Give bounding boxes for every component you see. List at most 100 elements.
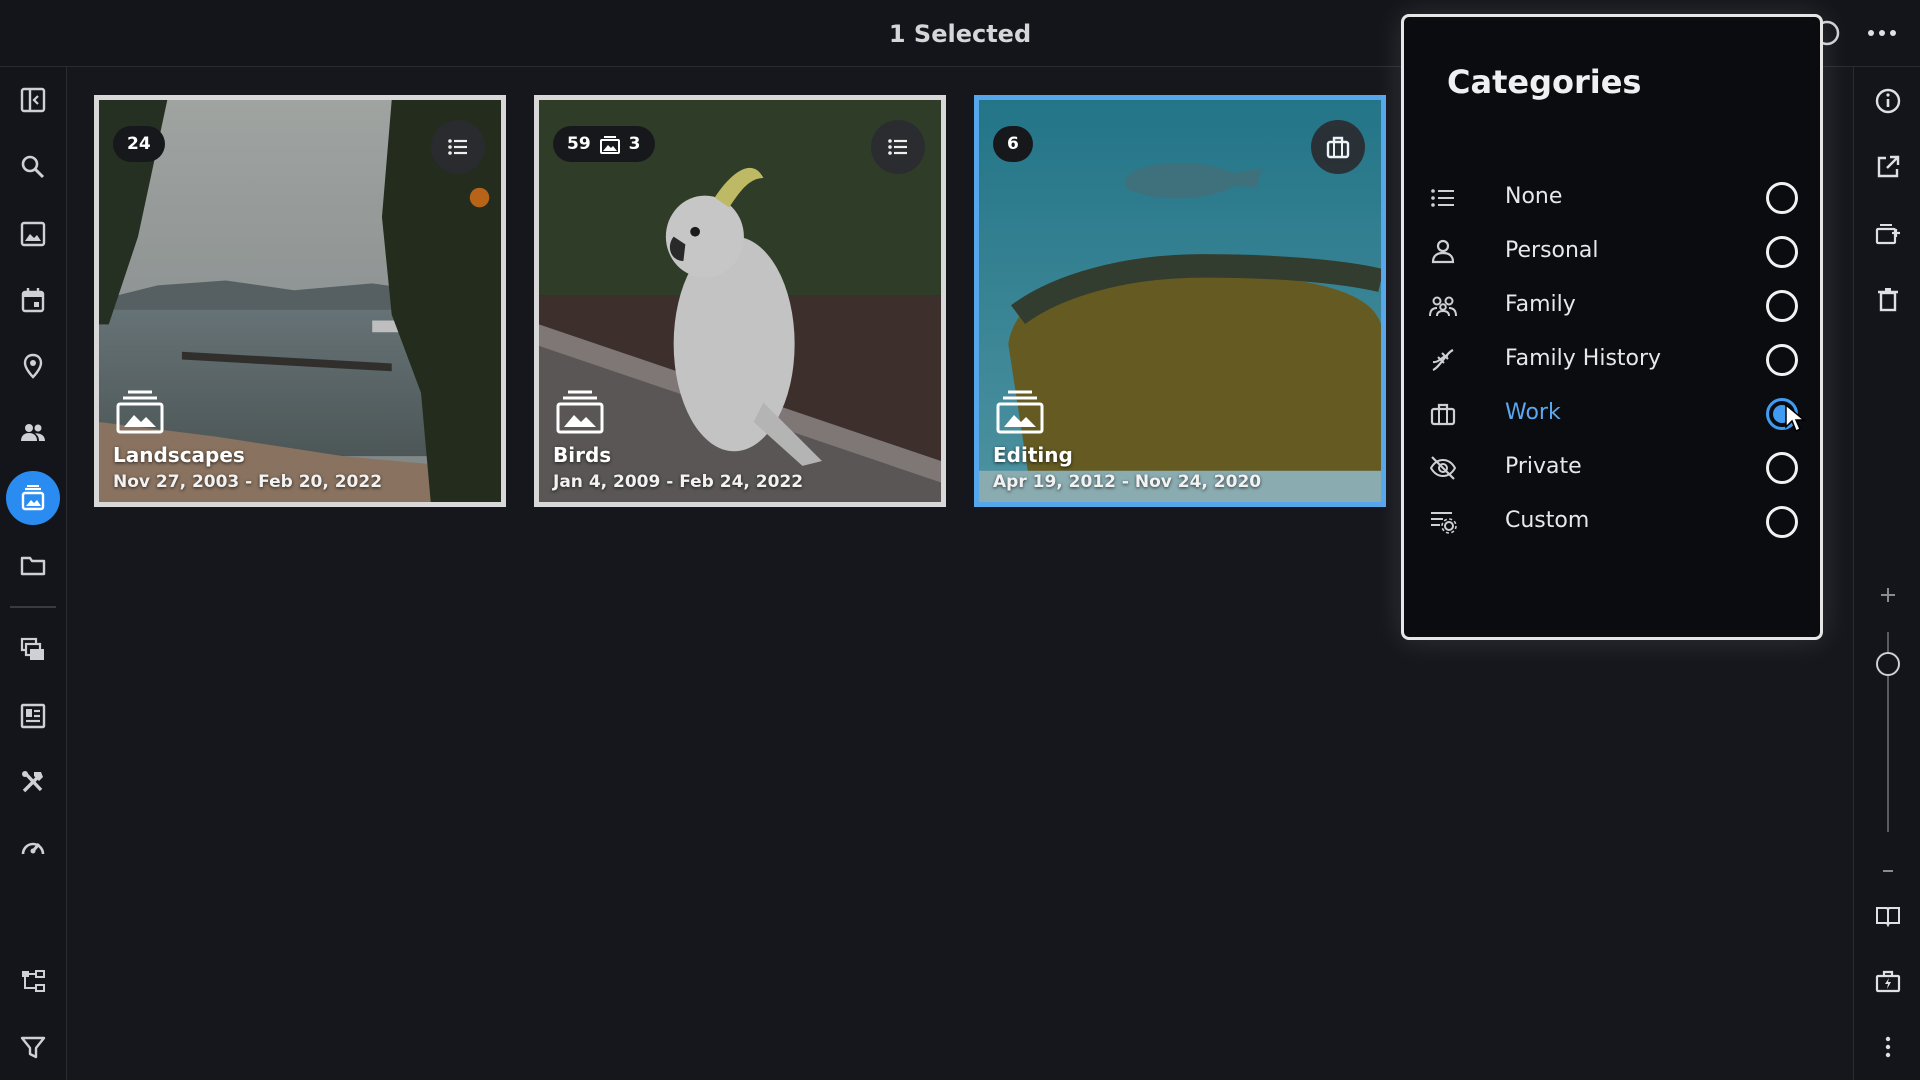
nav-photos[interactable] [6,207,60,261]
info-icon [1875,88,1901,114]
album-name: Editing [993,443,1073,467]
zoom-out-button[interactable] [1868,851,1908,891]
category-radio[interactable] [1766,344,1798,376]
category-radio[interactable] [1766,290,1798,322]
album-dates: Apr 19, 2012 - Nov 24, 2020 [993,472,1262,492]
map-pin-icon [23,353,43,379]
category-button[interactable] [871,120,925,174]
calendar-icon [21,288,45,313]
sub-album-count: 3 [628,134,641,154]
delete-button[interactable] [1868,279,1908,319]
list-icon [888,139,907,155]
category-button[interactable] [431,120,485,174]
minus-icon [1883,870,1893,872]
zoom-in-button[interactable] [1868,575,1908,615]
category-radio[interactable] [1766,452,1798,484]
nav-hierarchy[interactable] [6,954,60,1008]
more-options-button[interactable] [1868,1027,1908,1067]
album-dates: Jan 4, 2009 - Feb 24, 2022 [553,472,804,492]
album-card-birds[interactable]: 59 3 Birds Jan 4, 2009 - Feb 24, 2022 [534,95,946,507]
book-button[interactable] [1868,895,1908,935]
info-button[interactable] [1868,81,1908,121]
album-type-icon [556,390,604,434]
photo-count: 59 [567,134,591,154]
album-add-icon [1875,224,1900,245]
category-option-private[interactable]: Private [1404,441,1820,495]
album-icon [21,485,45,511]
left-navigation [0,67,67,1080]
category-option-family[interactable]: Family [1404,279,1820,333]
zoom-slider-thumb[interactable] [1876,652,1900,676]
category-option-work[interactable]: Work [1404,387,1820,441]
nav-stats[interactable] [6,821,60,875]
category-label: Family [1505,292,1576,317]
list-icon [1431,189,1454,207]
photo-count-badge: 24 [113,126,165,162]
category-button[interactable] [1311,120,1365,174]
category-option-family-history[interactable]: Family History [1404,333,1820,387]
album-dates: Nov 27, 2003 - Feb 20, 2022 [113,472,383,492]
category-option-custom[interactable]: Custom [1404,495,1820,549]
family-icon [1429,296,1457,317]
briefcase-bolt-icon [1875,970,1901,993]
nav-albums[interactable] [6,471,60,525]
nav-divider [10,606,56,608]
add-to-album-button[interactable] [1868,213,1908,253]
person-icon [1431,239,1455,264]
trash-icon [1878,288,1898,312]
dna-icon [1432,348,1454,372]
nav-calendar[interactable] [6,273,60,327]
album-name: Birds [553,443,612,467]
nav-tools[interactable] [6,755,60,809]
category-option-personal[interactable]: Personal [1404,225,1820,279]
more-menu-button[interactable] [1864,18,1900,48]
folder-icon [20,556,46,576]
photo-count-badge: 59 3 [553,126,655,162]
category-label: Custom [1505,508,1590,533]
album-type-icon [116,390,164,434]
category-label: Personal [1505,238,1599,263]
image-icon [20,221,46,247]
book-icon [1876,907,1900,928]
photo-count: 6 [1007,134,1019,154]
nav-filter[interactable] [6,1020,60,1074]
dashboard-icon [20,703,46,729]
album-card-editing[interactable]: 6 Editing Apr 19, 2012 - Nov 24, 2020 [974,95,1386,507]
nav-places[interactable] [6,339,60,393]
category-option-none[interactable]: None [1404,171,1820,225]
album-small-icon [599,136,620,154]
category-radio[interactable] [1766,236,1798,268]
category-label: Family History [1505,346,1662,371]
nav-collections[interactable] [6,623,60,677]
category-label: None [1505,184,1563,209]
collections-icon [20,637,44,660]
sidebar-toggle-button[interactable] [6,73,60,127]
eye-off-icon [1429,456,1457,480]
right-action-rail [1853,67,1920,1080]
custom-settings-icon [1431,512,1457,534]
hierarchy-icon [22,970,45,992]
album-card-landscapes[interactable]: 24 Landscapes Nov 27, 2003 - Feb 20, 202… [94,95,506,507]
category-radio[interactable] [1766,182,1798,214]
search-icon [21,155,45,179]
briefcase-icon [1326,136,1350,159]
mouse-cursor-icon [1785,403,1806,433]
list-icon [448,139,467,155]
plus-icon [1881,588,1895,602]
nav-folders[interactable] [6,538,60,592]
nav-people[interactable] [6,405,60,459]
category-radio[interactable] [1766,506,1798,538]
people-icon [21,424,45,441]
tools-icon [22,771,43,793]
nav-search[interactable] [6,140,60,194]
sidebar-toggle-icon [20,87,46,113]
nav-layouts[interactable] [6,689,60,743]
category-label: Private [1505,454,1582,479]
album-name: Landscapes [113,443,245,467]
category-label: Work [1505,400,1561,425]
popup-title: Categories [1447,63,1642,101]
filter-icon [20,1036,46,1059]
categories-popup: Categories None Personal Family Family H… [1401,14,1823,640]
quick-action-button[interactable] [1868,961,1908,1001]
open-external-button[interactable] [1868,147,1908,187]
